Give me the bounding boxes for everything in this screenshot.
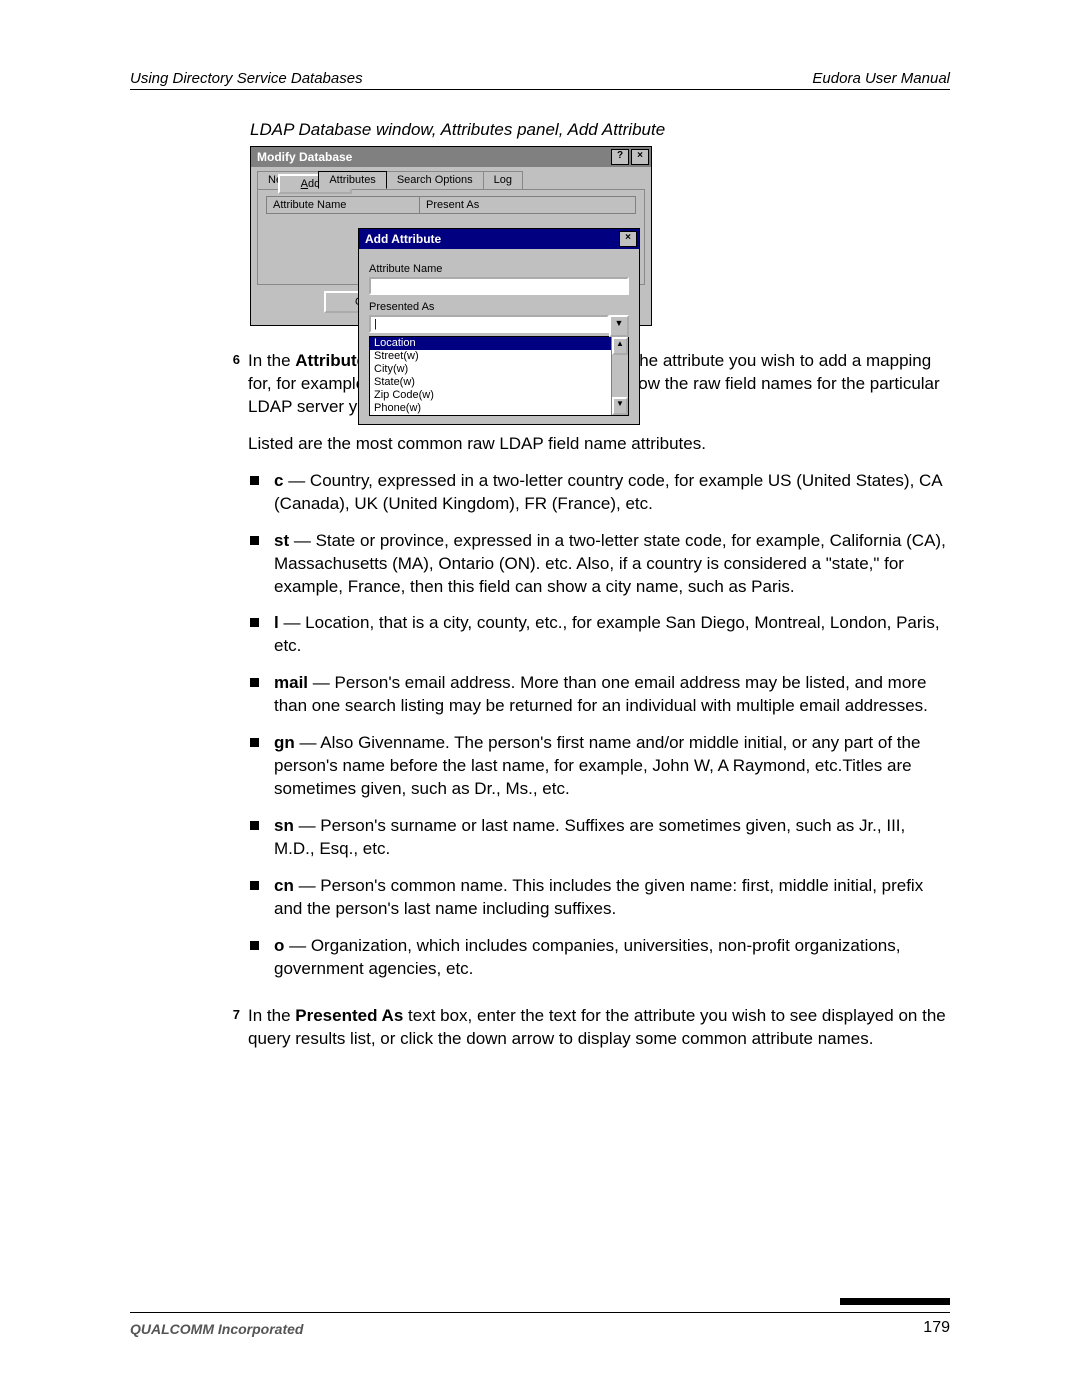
attr-mail: mail — Person's email address. More than… bbox=[248, 672, 950, 718]
chevron-down-icon[interactable]: ▼ bbox=[609, 315, 629, 337]
header-right: Eudora User Manual bbox=[812, 70, 950, 87]
attribute-name-input[interactable] bbox=[369, 277, 629, 295]
figure-caption: LDAP Database window, Attributes panel, … bbox=[250, 120, 950, 140]
tab-log[interactable]: Log bbox=[483, 171, 523, 189]
page-footer: QUALCOMM Incorporated 179 bbox=[130, 1312, 950, 1337]
page: Using Directory Service Databases Eudora… bbox=[0, 0, 1080, 1397]
tab-attributes[interactable]: Attributes bbox=[318, 171, 386, 189]
presented-as-label: Presented As bbox=[369, 301, 629, 313]
option-state[interactable]: State(w) bbox=[370, 376, 611, 389]
attr-sn: sn — Person's surname or last name. Suff… bbox=[248, 815, 950, 861]
header-left: Using Directory Service Databases bbox=[130, 70, 363, 87]
presented-as-dropdown[interactable]: Location Street(w) City(w) State(w) Zip … bbox=[369, 336, 629, 416]
option-zip[interactable]: Zip Code(w) bbox=[370, 389, 611, 402]
footer-company: QUALCOMM Incorporated bbox=[130, 1321, 303, 1337]
attribute-list: c — Country, expressed in a two-letter c… bbox=[248, 470, 950, 981]
dialog-title: Modify Database bbox=[257, 150, 352, 164]
footer-decoration bbox=[840, 1298, 950, 1305]
dropdown-scrollbar[interactable]: ▲ ▼ bbox=[611, 337, 628, 415]
close-icon[interactable]: × bbox=[619, 231, 637, 247]
dialog-titlebar[interactable]: Modify Database ? × bbox=[251, 147, 651, 167]
attr-o: o — Organization, which includes compani… bbox=[248, 935, 950, 981]
attr-c: c — Country, expressed in a two-letter c… bbox=[248, 470, 950, 516]
step-7-text: In the Presented As text box, enter the … bbox=[248, 1005, 950, 1051]
intro-paragraph: Listed are the most common raw LDAP fiel… bbox=[248, 433, 950, 456]
col-attribute-name[interactable]: Attribute Name bbox=[267, 197, 420, 213]
step-7-number: 7 bbox=[222, 1005, 240, 1051]
attr-st: st — State or province, expressed in a t… bbox=[248, 530, 950, 599]
close-icon[interactable]: × bbox=[631, 149, 649, 165]
col-present-as[interactable]: Present As bbox=[420, 197, 635, 213]
option-city[interactable]: City(w) bbox=[370, 363, 611, 376]
page-header: Using Directory Service Databases Eudora… bbox=[130, 70, 950, 90]
add-attribute-titlebar[interactable]: Add Attribute × bbox=[359, 229, 639, 249]
attribute-list-header: Attribute Name Present As bbox=[266, 196, 636, 214]
tab-search-options[interactable]: Search Options bbox=[386, 171, 484, 189]
step-6-number: 6 bbox=[222, 350, 240, 419]
step-7: 7 In the Presented As text box, enter th… bbox=[130, 1005, 950, 1051]
add-attribute-title: Add Attribute bbox=[365, 232, 441, 246]
option-location[interactable]: Location bbox=[370, 337, 611, 350]
add-attribute-dialog: Add Attribute × Attribute Name Presented… bbox=[358, 228, 640, 425]
presented-as-input[interactable]: | bbox=[369, 315, 609, 333]
option-street[interactable]: Street(w) bbox=[370, 350, 611, 363]
help-icon[interactable]: ? bbox=[611, 149, 629, 165]
option-phone[interactable]: Phone(w) bbox=[370, 402, 611, 415]
modify-database-dialog: Modify Database ? × Network Attributes S… bbox=[250, 146, 652, 326]
attr-cn: cn — Person's common name. This includes… bbox=[248, 875, 950, 921]
scroll-down-icon[interactable]: ▼ bbox=[612, 397, 628, 415]
attr-l: l — Location, that is a city, county, et… bbox=[248, 612, 950, 658]
page-number: 179 bbox=[923, 1319, 950, 1337]
attributes-panel: Attribute Name Present As Add... Add Att… bbox=[257, 189, 645, 285]
attr-gn: gn — Also Givenname. The person's first … bbox=[248, 732, 950, 801]
attribute-name-label: Attribute Name bbox=[369, 263, 629, 275]
scroll-up-icon[interactable]: ▲ bbox=[612, 337, 628, 355]
